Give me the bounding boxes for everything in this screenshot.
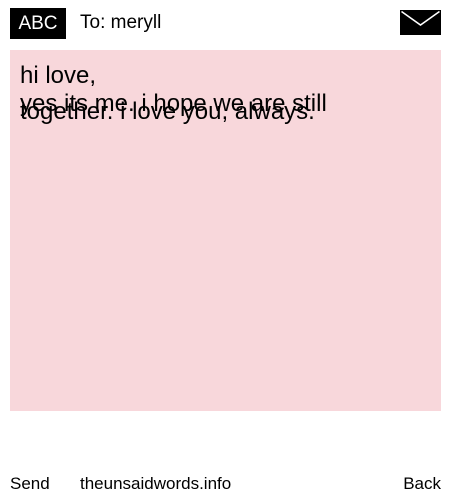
message-body[interactable]: hi love, yes its me. i hope we are still… <box>10 50 441 411</box>
softkey-bar: Send theunsaidwords.info Back <box>0 470 450 498</box>
site-label: theunsaidwords.info <box>80 474 232 493</box>
compose-header: ABC To: meryll <box>0 0 450 48</box>
message-line: together. i love you, always. <box>20 98 315 125</box>
send-button[interactable]: Send <box>10 470 50 498</box>
back-button[interactable]: Back <box>403 470 441 498</box>
message-greeting: hi love, <box>20 62 97 89</box>
to-label: To: <box>80 12 106 33</box>
input-mode-badge[interactable]: ABC <box>10 8 66 39</box>
recipient-name: meryll <box>110 12 162 33</box>
recipient-line[interactable]: To: meryll <box>80 10 161 36</box>
envelope-icon <box>400 10 441 35</box>
